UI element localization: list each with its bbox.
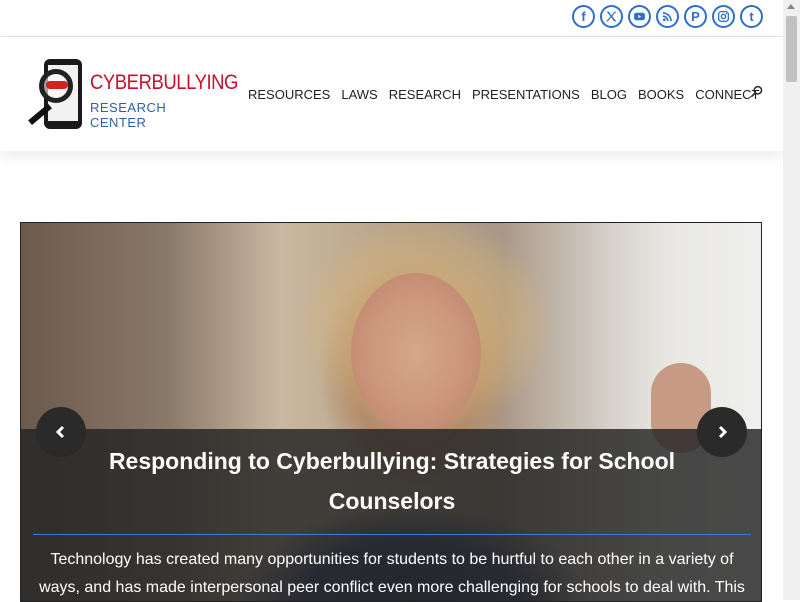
logo-title: CYBERBULLYING bbox=[90, 71, 238, 94]
scroll-thumb[interactable] bbox=[786, 16, 797, 82]
social-links: f P t bbox=[572, 5, 763, 28]
logo-red-badge bbox=[46, 81, 68, 89]
caption-divider bbox=[33, 534, 751, 535]
scroll-up-arrow-icon[interactable] bbox=[787, 4, 795, 9]
facebook-icon[interactable]: f bbox=[572, 5, 595, 28]
pinterest-icon[interactable]: P bbox=[684, 5, 707, 28]
search-icon[interactable] bbox=[750, 85, 764, 99]
top-bar: f P t bbox=[0, 0, 783, 37]
site-logo[interactable]: CYBERBULLYING RESEARCH CENTER bbox=[26, 59, 238, 131]
chevron-right-icon bbox=[718, 425, 728, 439]
slider-prev-button[interactable] bbox=[36, 407, 86, 457]
tumblr-icon[interactable]: t bbox=[740, 5, 763, 28]
main-nav: RESOURCES LAWS RESEARCH PRESENTATIONS BL… bbox=[248, 87, 760, 102]
nav-item-presentations[interactable]: PRESENTATIONS bbox=[472, 87, 580, 102]
slide-title[interactable]: Responding to Cyberbullying: Strategies … bbox=[81, 441, 703, 521]
youtube-icon[interactable] bbox=[628, 5, 651, 28]
x-icon[interactable] bbox=[600, 5, 623, 28]
page-scrollbar[interactable] bbox=[783, 0, 800, 600]
featured-slider: Responding to Cyberbullying: Strategies … bbox=[20, 222, 762, 602]
nav-item-laws[interactable]: LAWS bbox=[341, 87, 377, 102]
site-header: CYBERBULLYING RESEARCH CENTER RESOURCES … bbox=[0, 37, 783, 151]
instagram-icon[interactable] bbox=[712, 5, 735, 28]
nav-item-research[interactable]: RESEARCH bbox=[389, 87, 461, 102]
rss-icon[interactable] bbox=[656, 5, 679, 28]
slide-excerpt: Technology has created many opportunitie… bbox=[39, 551, 745, 596]
logo-subtitle: RESEARCH CENTER bbox=[90, 100, 167, 130]
chevron-left-icon bbox=[55, 425, 65, 439]
slider-next-button[interactable] bbox=[697, 407, 747, 457]
nav-item-books[interactable]: BOOKS bbox=[638, 87, 684, 102]
nav-item-resources[interactable]: RESOURCES bbox=[248, 87, 330, 102]
slide-photo-face bbox=[351, 273, 481, 433]
nav-item-blog[interactable]: BLOG bbox=[591, 87, 627, 102]
